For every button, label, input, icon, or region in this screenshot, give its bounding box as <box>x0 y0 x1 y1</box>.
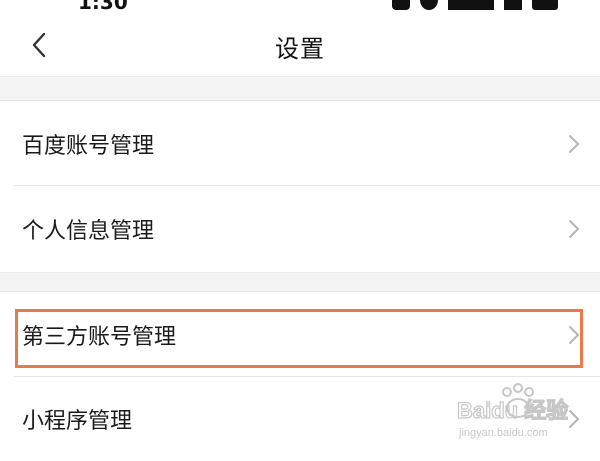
settings-item-third-party-account[interactable]: 第三方账号管理 <box>0 293 600 377</box>
settings-item-label: 小程序管理 <box>22 409 133 434</box>
settings-item-label: 第三方账号管理 <box>22 325 177 350</box>
chevron-right-icon <box>569 135 579 153</box>
status-bar: 1:30 <box>0 0 600 16</box>
row-divider <box>14 185 600 186</box>
chevron-right-icon <box>569 220 579 238</box>
settings-item-label: 百度账号管理 <box>22 134 155 159</box>
status-time: 1:30 <box>78 0 128 14</box>
signal-icon <box>448 0 494 10</box>
clock-icon <box>420 0 438 10</box>
settings-item-label: 个人信息管理 <box>22 219 155 244</box>
wifi-icon <box>504 0 522 10</box>
status-icons <box>392 0 558 10</box>
section-divider <box>0 76 600 101</box>
battery-icon <box>532 0 558 10</box>
chevron-right-icon <box>569 326 579 344</box>
nav-bar: 设置 <box>0 16 600 74</box>
chevron-right-icon <box>569 410 579 428</box>
settings-item-personal-info[interactable]: 个人信息管理 <box>0 187 600 271</box>
section-divider <box>0 272 600 292</box>
alarm-icon <box>392 0 410 10</box>
settings-item-baidu-account[interactable]: 百度账号管理 <box>0 102 600 186</box>
settings-item-mini-program[interactable]: 小程序管理 <box>0 377 600 461</box>
page-title: 设置 <box>275 35 325 63</box>
